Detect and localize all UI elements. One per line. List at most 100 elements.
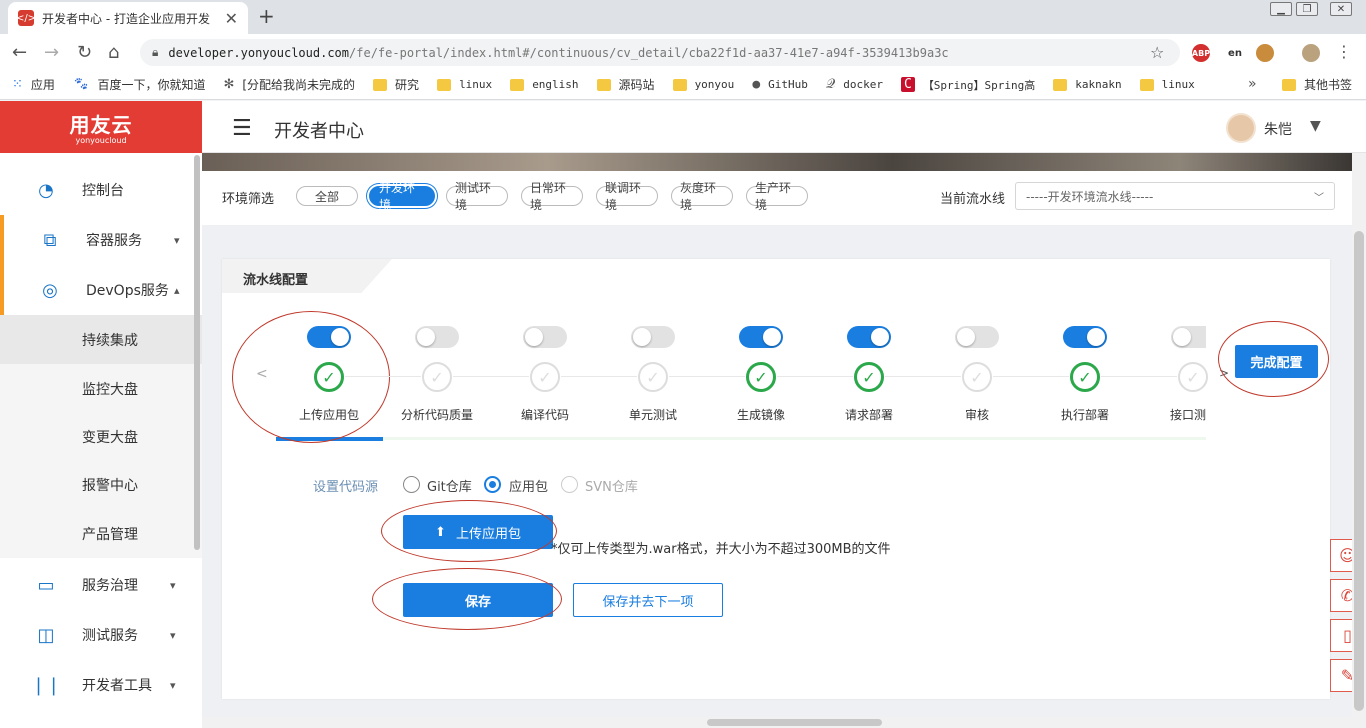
sidebar-item-container[interactable]: ⧉ 容器服务 ▾: [0, 215, 202, 265]
minimize-button[interactable]: ▁: [1270, 2, 1292, 16]
step-toggle[interactable]: [847, 326, 891, 348]
bookmark-folder[interactable]: kaknakn: [1053, 78, 1122, 91]
step-label[interactable]: 生成镜像: [707, 406, 815, 423]
cookie-icon[interactable]: [1256, 44, 1274, 62]
env-pill-selected[interactable]: 开发环境: [369, 181, 435, 212]
main-scrollbar[interactable]: [1352, 153, 1366, 728]
bookmarks-more-icon[interactable]: »: [1248, 76, 1257, 92]
translate-icon[interactable]: en: [1226, 44, 1244, 62]
sidebar-subitem-ci[interactable]: 持续集成: [0, 315, 202, 364]
step-toggle[interactable]: [523, 326, 567, 348]
bookmark-star-icon[interactable]: ☆: [1150, 43, 1164, 62]
bookmark-docker[interactable]: 𝒬docker: [826, 77, 883, 92]
browser-tab[interactable]: </> 开发者中心 - 打造企业应用开发 ✕: [8, 2, 248, 34]
radio-git[interactable]: [403, 476, 420, 493]
bookmark-folder[interactable]: 源码站: [596, 76, 655, 93]
step-label[interactable]: 执行部署: [1031, 406, 1139, 423]
pipeline-select[interactable]: -----开发环境流水线----- ﹀: [1015, 182, 1335, 210]
bookmark-jira[interactable]: ✻ [分配给我尚未完成的: [223, 76, 355, 93]
step-toggle[interactable]: [739, 326, 783, 348]
radio-package[interactable]: [484, 476, 501, 493]
reload-icon[interactable]: ↻: [77, 42, 92, 63]
close-tab-icon[interactable]: ✕: [225, 9, 238, 28]
step-pending-icon[interactable]: ✓: [962, 362, 992, 392]
env-pill[interactable]: 全部: [296, 186, 358, 206]
sidebar-subitem-product[interactable]: 产品管理: [0, 509, 202, 558]
maximize-button[interactable]: ❐: [1296, 2, 1318, 16]
card-title: 流水线配置: [243, 273, 309, 288]
bookmark-apps[interactable]: ⁙ 应用: [12, 76, 55, 93]
step-done-icon[interactable]: ✓: [746, 362, 776, 392]
user-dropdown-icon[interactable]: ▼: [1310, 118, 1321, 134]
sidebar-item-governance[interactable]: ▭ 服务治理 ▾: [0, 560, 202, 610]
step-done-icon[interactable]: ✓: [314, 362, 344, 392]
adblock-icon[interactable]: ABP: [1192, 44, 1210, 62]
step-label[interactable]: 请求部署: [815, 406, 923, 423]
step-label[interactable]: 编译代码: [491, 406, 599, 423]
menu-icon[interactable]: ⋮: [1336, 42, 1352, 61]
sidebar-item-devops[interactable]: ◎ DevOps服务 ▴: [0, 265, 202, 315]
back-icon[interactable]: ←: [12, 42, 27, 63]
bookmark-folder[interactable]: linux: [437, 78, 492, 91]
favicon-icon: </>: [16, 10, 36, 26]
user-name[interactable]: 朱恺: [1264, 119, 1292, 139]
sidebar-item-console[interactable]: ◔ 控制台: [0, 165, 202, 215]
sidebar-item-devtools[interactable]: ❘❘ 开发者工具 ▾: [0, 660, 202, 710]
address-bar[interactable]: 🔒︎ developer.yonyoucloud.com/fe/fe-porta…: [140, 39, 1180, 66]
env-pill[interactable]: 生产环境: [746, 181, 808, 212]
step-label[interactable]: 接口测: [1139, 406, 1206, 423]
step-toggle[interactable]: [1171, 326, 1206, 348]
step-label[interactable]: 上传应用包: [275, 406, 383, 423]
hamburger-menu-icon[interactable]: ☰: [232, 116, 252, 141]
bookmark-folder[interactable]: english: [510, 78, 579, 91]
home-icon[interactable]: ⌂: [108, 42, 119, 63]
sidebar-item-label: 服务治理: [82, 578, 138, 594]
step-toggle[interactable]: [307, 326, 351, 348]
env-pill[interactable]: 联调环境: [596, 181, 658, 212]
bookmark-folder[interactable]: yonyou: [672, 78, 734, 91]
scrollbar-thumb[interactable]: [1354, 231, 1364, 711]
sidebar-subitem-change[interactable]: 变更大盘: [0, 412, 202, 461]
step-toggle[interactable]: [955, 326, 999, 348]
forward-icon[interactable]: →: [44, 42, 59, 63]
step-toggle[interactable]: [1063, 326, 1107, 348]
step-label[interactable]: 分析代码质量: [383, 406, 491, 423]
env-pill[interactable]: 测试环境: [446, 181, 508, 212]
step-pending-icon[interactable]: ✓: [422, 362, 452, 392]
bookmark-csdn[interactable]: C 【Spring】Spring高: [900, 77, 1035, 93]
step-pending-icon[interactable]: ✓: [638, 362, 668, 392]
bookmark-baidu[interactable]: 🐾︎ 百度一下，你就知道: [73, 76, 206, 93]
step-pending-icon[interactable]: ✓: [1178, 362, 1208, 392]
step-done-icon[interactable]: ✓: [854, 362, 884, 392]
other-bookmarks[interactable]: 其他书签: [1282, 76, 1352, 93]
close-window-button[interactable]: ✕: [1330, 2, 1352, 16]
bookmark-folder[interactable]: 研究: [373, 76, 419, 93]
radio-package-label[interactable]: 应用包: [509, 476, 548, 495]
env-pill[interactable]: 灰度环境: [671, 181, 733, 212]
env-pill[interactable]: 日常环境: [521, 181, 583, 212]
save-next-button[interactable]: 保存并去下一项: [573, 583, 723, 617]
bookmark-github[interactable]: ● GitHub: [752, 77, 808, 92]
step-label[interactable]: 单元测试: [599, 406, 707, 423]
step-done-icon[interactable]: ✓: [1070, 362, 1100, 392]
horizontal-scrollbar[interactable]: [202, 717, 1352, 728]
sidebar-subitem-alarm[interactable]: 报警中心: [0, 460, 202, 509]
chevron-down-icon: ▾: [174, 233, 180, 247]
step-label[interactable]: 审核: [923, 406, 1031, 423]
avatar[interactable]: [1226, 113, 1256, 143]
app-logo[interactable]: 用友云 yonyoucloud: [0, 101, 202, 153]
sidebar-scrollbar[interactable]: [194, 155, 200, 550]
bookmark-folder[interactable]: linux: [1139, 78, 1195, 91]
radio-git-label[interactable]: Git仓库: [427, 476, 472, 495]
chevron-down-icon: ▾: [170, 678, 176, 692]
step-toggle[interactable]: [631, 326, 675, 348]
step-toggle[interactable]: [415, 326, 459, 348]
sidebar-item-test[interactable]: ◫ 测试服务 ▾: [0, 610, 202, 660]
toggle-knob: [763, 328, 781, 346]
new-tab-button[interactable]: +: [258, 4, 275, 28]
profile-icon[interactable]: [1302, 44, 1320, 62]
sidebar-subitem-monitor[interactable]: 监控大盘: [0, 364, 202, 413]
step-pending-icon[interactable]: ✓: [530, 362, 560, 392]
pipeline-card: [222, 259, 1330, 699]
scrollbar-thumb[interactable]: [707, 719, 882, 726]
